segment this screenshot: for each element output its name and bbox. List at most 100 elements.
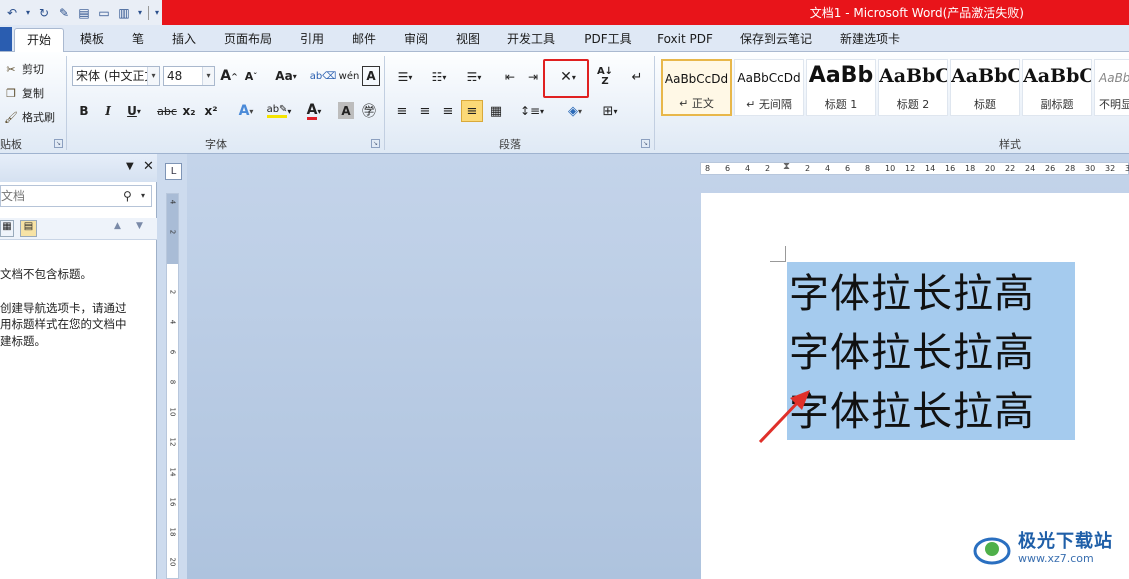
reading-view-icon[interactable]: ▥ [116, 5, 132, 21]
cut-button[interactable]: ✂ 剪切 [4, 61, 44, 77]
tab-insert[interactable]: 插入 [164, 28, 204, 52]
change-case-button[interactable]: Aa ▾ [272, 66, 300, 86]
ruler-tick: 4 [168, 319, 177, 325]
style-subtitle[interactable]: AaBbC 副标题 [1022, 59, 1092, 116]
horizontal-ruler[interactable]: 8642246810121416182022242628303234 ⧗ [700, 161, 1129, 175]
vertical-ruler[interactable]: 4 2 2 4 6 8 10 12 14 16 18 20 [166, 193, 179, 579]
superscript-button[interactable]: x² [202, 101, 220, 121]
style-no-spacing[interactable]: AaBbCcDd ↵ 无间隔 [734, 59, 804, 116]
subscript-button[interactable]: x₂ [180, 101, 198, 121]
tab-review[interactable]: 审阅 [396, 28, 436, 52]
dropdown-icon[interactable]: ▾ [136, 5, 144, 21]
new-document-icon[interactable]: ▭ [96, 5, 112, 21]
document-text-line[interactable]: 字体拉长拉高 [789, 325, 1035, 381]
chevron-down-icon[interactable]: ▾ [147, 67, 159, 85]
tab-foxit-pdf[interactable]: Foxit PDF [652, 28, 718, 52]
show-marks-icon[interactable]: ↵ [628, 68, 646, 86]
numbering-icon[interactable]: ☷ ▾ [426, 68, 452, 86]
italic-button[interactable]: I [100, 101, 116, 121]
clipboard-dialog-launcher[interactable]: ↘ [54, 139, 63, 148]
phonetic-guide-icon[interactable]: wén [338, 66, 360, 86]
copy-button[interactable]: ❐ 复制 [4, 85, 44, 101]
ruler-tick: 8 [705, 164, 711, 173]
document-text-line[interactable]: 字体拉长拉高 [789, 384, 1035, 440]
ruler-tick: 6 [845, 164, 851, 173]
strikethrough-button[interactable]: abc [156, 101, 178, 121]
tab-pen[interactable]: 笔 [124, 28, 152, 52]
tab-mailings[interactable]: 邮件 [344, 28, 384, 52]
cut-label: 剪切 [22, 63, 44, 76]
tab-references[interactable]: 引用 [292, 28, 332, 52]
character-border-icon[interactable]: A [362, 66, 380, 86]
style-name: 标题 1 [824, 98, 858, 111]
chevron-down-icon[interactable]: ▾ [141, 186, 145, 206]
previous-icon[interactable]: ▲ [114, 221, 121, 231]
print-preview-icon[interactable]: ▤ [76, 5, 92, 21]
font-dialog-launcher[interactable]: ↘ [371, 139, 380, 148]
tab-new-tab[interactable]: 新建选项卡 [834, 28, 906, 52]
tab-home[interactable]: 开始 [14, 28, 64, 53]
align-center-icon[interactable]: ≡ [415, 101, 435, 121]
file-tab[interactable] [0, 27, 12, 51]
tab-view[interactable]: 视图 [448, 28, 488, 52]
underline-button[interactable]: U ▾ [122, 101, 146, 121]
style-heading-2[interactable]: AaBbC 标题 2 [878, 59, 948, 116]
shrink-font-button[interactable]: Aˇ [242, 66, 260, 86]
undo-icon[interactable]: ↶ [4, 5, 20, 21]
text-effects-icon[interactable]: A ▾ [234, 101, 258, 121]
tab-page-layout[interactable]: 页面布局 [218, 28, 278, 52]
bold-button[interactable]: B [76, 101, 92, 121]
align-left-icon[interactable]: ≡ [392, 101, 412, 121]
customize-qat-icon[interactable]: ▾ [153, 5, 161, 21]
paragraph-dialog-launcher[interactable]: ↘ [641, 139, 650, 148]
tab-templates[interactable]: 模板 [70, 28, 114, 52]
bullets-icon[interactable]: ☰ ▾ [392, 68, 418, 86]
font-color-button[interactable]: A ▾ [302, 101, 326, 121]
distributed-icon[interactable]: ▦ [486, 101, 506, 121]
next-icon[interactable]: ▼ [136, 221, 143, 231]
multilevel-list-icon[interactable]: ☴ ▾ [460, 68, 488, 86]
dropdown-icon[interactable]: ▾ [24, 5, 32, 21]
align-right-icon[interactable]: ≡ [438, 101, 458, 121]
ruler-tick: 6 [168, 349, 177, 355]
font-size-combo[interactable]: 48 ▾ [163, 66, 215, 86]
character-shading-icon[interactable]: A [338, 102, 354, 119]
styles-group-label: 样式 [999, 138, 1021, 151]
indent-marker-icon[interactable]: ⧗ [783, 161, 790, 172]
search-icon[interactable]: ⚲ [123, 186, 132, 206]
tab-stop-selector[interactable]: L [165, 163, 182, 180]
document-text-line[interactable]: 字体拉长拉高 [789, 266, 1035, 322]
ruler-tick: 4 [745, 164, 751, 173]
ruler-tick: 14 [925, 164, 936, 173]
format-painter-button[interactable]: 🖌 格式刷 [4, 109, 55, 125]
edit-icon[interactable]: ✎ [56, 5, 72, 21]
close-icon[interactable]: ✕ [143, 159, 154, 174]
thumbnails-view-icon[interactable]: ▦ [0, 220, 14, 237]
enclose-characters-icon[interactable]: ㊫ [360, 101, 378, 121]
style-heading-1[interactable]: AaBb 标题 1 [806, 59, 876, 116]
tab-developer[interactable]: 开发工具 [500, 28, 562, 52]
chevron-down-icon[interactable]: ▾ [202, 67, 214, 85]
results-view-icon[interactable]: ▤ [20, 220, 37, 237]
redo-icon[interactable]: ↻ [36, 5, 52, 21]
nav-search-box[interactable]: 文档 ⚲ ▾ [0, 185, 152, 207]
line-spacing-icon[interactable]: ↕≡ ▾ [518, 101, 546, 121]
justify-icon[interactable]: ≡ [461, 100, 483, 122]
decrease-indent-icon[interactable]: ⇤ [500, 68, 520, 86]
shading-icon[interactable]: ◈ ▾ [560, 101, 590, 121]
highlight-color-icon[interactable]: ab✎ ▾ [266, 101, 292, 121]
grow-font-button[interactable]: A ^ [220, 66, 238, 86]
tab-save-cloud-notes[interactable]: 保存到云笔记 [734, 28, 818, 52]
clear-format-icon[interactable]: ab⌫ [310, 66, 337, 86]
style-subtle[interactable]: AaBbC 不明显 [1094, 59, 1129, 116]
sort-icon[interactable]: A↓ Z [594, 66, 616, 88]
increase-indent-icon[interactable]: ⇥ [523, 68, 543, 86]
brush-icon: 🖌 [4, 110, 18, 124]
style-title[interactable]: AaBbC 标题 [950, 59, 1020, 116]
tab-pdf-tools[interactable]: PDF工具 [578, 28, 638, 52]
chevron-down-icon[interactable]: ▼ [126, 161, 134, 172]
nav-search-placeholder: 文档 [1, 189, 26, 203]
borders-icon[interactable]: ⊞ ▾ [596, 101, 624, 121]
font-name-combo[interactable]: 宋体 (中文正文) ▾ [72, 66, 160, 86]
style-normal[interactable]: AaBbCcDd ↵ 正文 [661, 59, 732, 116]
